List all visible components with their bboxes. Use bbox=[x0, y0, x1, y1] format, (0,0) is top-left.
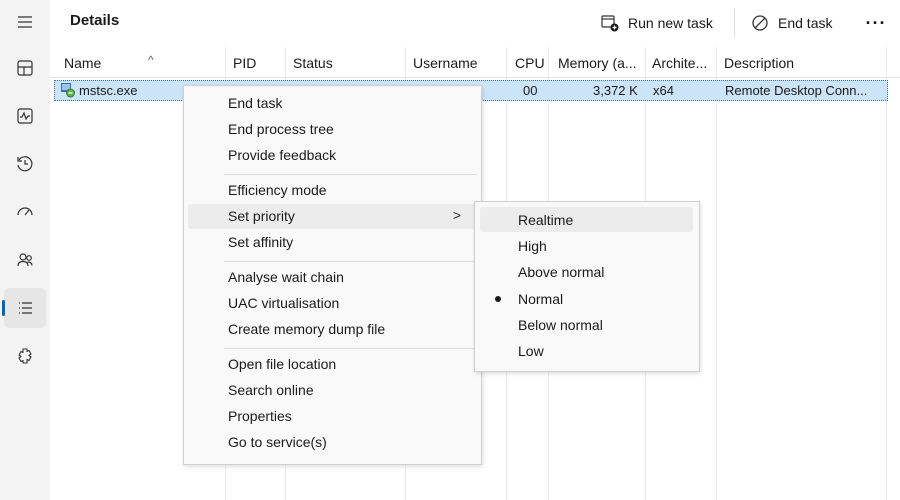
menu-separator bbox=[224, 261, 477, 262]
nav-performance[interactable] bbox=[4, 96, 46, 136]
processes-icon bbox=[17, 60, 33, 76]
process-architecture: x64 bbox=[653, 83, 674, 98]
menu-item-analyse-wait-chain[interactable]: Analyse wait chain bbox=[188, 265, 477, 290]
priority-high[interactable]: High bbox=[480, 233, 693, 258]
priority-above-normal[interactable]: Above normal bbox=[480, 259, 693, 284]
process-name: mstsc.exe bbox=[79, 83, 138, 98]
process-cpu: 00 bbox=[523, 83, 538, 98]
users-icon bbox=[17, 253, 33, 267]
context-menu: End task End process tree Provide feedba… bbox=[183, 85, 482, 465]
priority-realtime[interactable]: Realtime bbox=[480, 207, 693, 232]
nav-services[interactable] bbox=[4, 336, 46, 376]
header-separator bbox=[734, 8, 735, 38]
end-task-button[interactable]: End task bbox=[750, 8, 832, 38]
menu-item-end-process-tree[interactable]: End process tree bbox=[188, 117, 477, 142]
hamburger-icon bbox=[18, 16, 32, 28]
end-task-icon bbox=[752, 15, 768, 31]
process-memory: 3,372 K bbox=[593, 83, 638, 98]
end-task-label: End task bbox=[778, 15, 833, 31]
services-icon bbox=[18, 348, 32, 364]
menu-item-open-file-location[interactable]: Open file location bbox=[188, 352, 477, 377]
menu-item-provide-feedback[interactable]: Provide feedback bbox=[188, 143, 477, 168]
column-header-name[interactable]: Name ^ bbox=[64, 55, 214, 71]
nav-users[interactable] bbox=[4, 240, 46, 280]
column-header-memory[interactable]: Memory (a... bbox=[558, 55, 644, 71]
run-new-task-button[interactable]: Run new task bbox=[600, 8, 713, 38]
sort-ascending-icon: ^ bbox=[148, 55, 154, 67]
chevron-right-icon: > bbox=[452, 207, 461, 223]
menu-item-end-task[interactable]: End task bbox=[188, 91, 477, 116]
column-header-cpu[interactable]: CPU bbox=[515, 55, 545, 71]
details-icon bbox=[19, 302, 32, 314]
menu-item-set-priority[interactable]: Set priority > bbox=[188, 204, 477, 229]
nav-processes[interactable] bbox=[4, 48, 46, 88]
column-header-username[interactable]: Username bbox=[413, 55, 478, 71]
nav-startup-apps[interactable] bbox=[4, 192, 46, 232]
app-history-icon bbox=[17, 156, 33, 172]
table-header: Name ^ PID Status Username CPU Memory (a… bbox=[50, 47, 900, 78]
process-description: Remote Desktop Conn... bbox=[725, 83, 868, 98]
priority-submenu: Realtime High Above normal Normal Below … bbox=[474, 201, 700, 372]
run-new-task-icon bbox=[601, 15, 619, 32]
menu-item-uac-virtualisation[interactable]: UAC virtualisation bbox=[188, 291, 477, 316]
page-title: Details bbox=[70, 12, 120, 29]
menu-separator bbox=[224, 348, 477, 349]
menu-item-search-online[interactable]: Search online bbox=[188, 378, 477, 403]
menu-separator bbox=[224, 174, 477, 175]
column-header-status[interactable]: Status bbox=[293, 55, 333, 71]
nav-details[interactable] bbox=[2, 288, 46, 328]
performance-icon bbox=[17, 108, 33, 124]
menu-item-efficiency-mode[interactable]: Efficiency mode bbox=[188, 178, 477, 203]
startup-apps-icon bbox=[17, 207, 33, 216]
hamburger-menu-button[interactable] bbox=[4, 2, 46, 42]
more-options-button[interactable]: ··· bbox=[862, 10, 890, 36]
priority-normal[interactable]: Normal bbox=[480, 286, 693, 311]
priority-low[interactable]: Low bbox=[480, 338, 693, 363]
priority-below-normal[interactable]: Below normal bbox=[480, 312, 693, 337]
sidebar bbox=[0, 0, 50, 500]
process-icon bbox=[60, 82, 76, 101]
header: Details Run new task End task ··· bbox=[50, 0, 900, 47]
column-header-architecture[interactable]: Archite... bbox=[652, 55, 714, 71]
menu-item-create-memory-dump[interactable]: Create memory dump file bbox=[188, 317, 477, 342]
menu-item-set-affinity[interactable]: Set affinity bbox=[188, 230, 477, 255]
selected-bullet-icon bbox=[495, 296, 501, 302]
menu-item-go-to-services[interactable]: Go to service(s) bbox=[188, 430, 477, 455]
nav-app-history[interactable] bbox=[4, 144, 46, 184]
column-header-description[interactable]: Description bbox=[724, 55, 794, 71]
run-new-task-label: Run new task bbox=[628, 15, 713, 31]
column-header-pid[interactable]: PID bbox=[233, 55, 256, 71]
menu-item-properties[interactable]: Properties bbox=[188, 404, 477, 429]
